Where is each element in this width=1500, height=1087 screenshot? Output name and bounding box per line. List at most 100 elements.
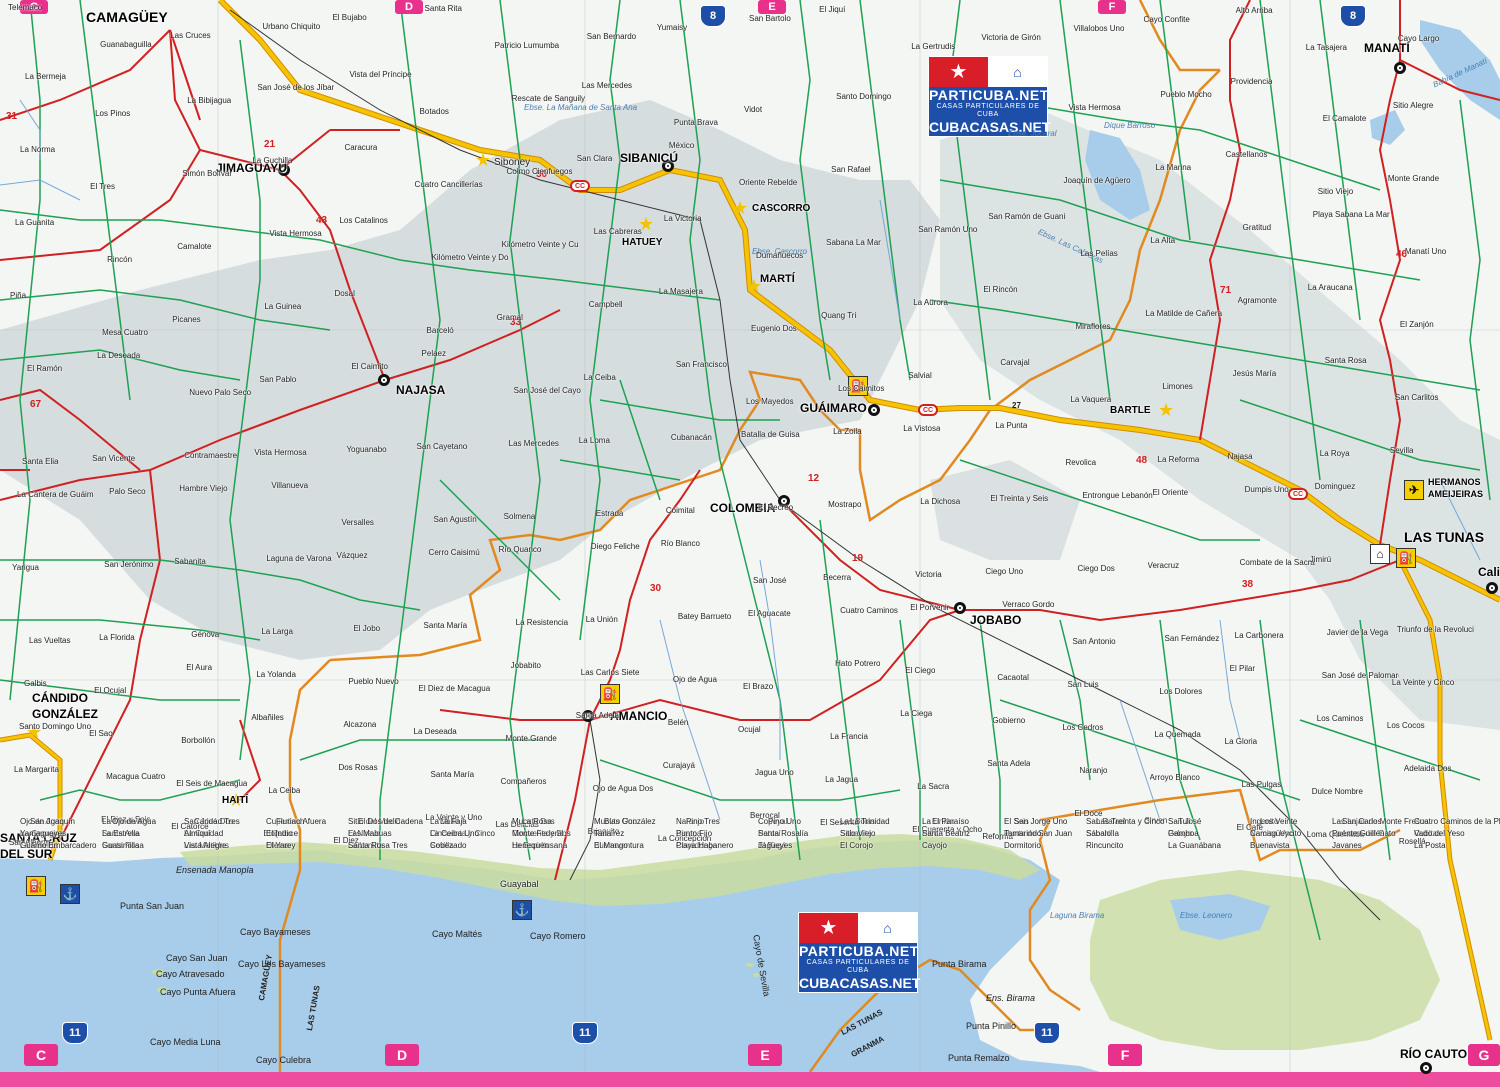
sea-label: Ensenada Manopla [176,865,254,875]
place-label: La Matilde de Cañera [1145,310,1223,318]
place-label: Río Quanco [498,546,542,554]
place-label: La Vistosa [903,425,941,433]
town-label: BARTLE [1110,405,1151,416]
road-number: 21 [264,139,276,150]
road-number: 30 [650,583,662,594]
water-label: Ebse. La Mañana de Santa Ana [524,103,638,112]
place-label: El Seis de Macagua [176,780,248,788]
place-label: La Roya [1319,450,1350,458]
place-label: Oriente Rebelde [739,179,798,187]
place-label: Villalobos Uno [1073,25,1125,33]
place-label: El Ciego [905,667,936,675]
place-label: San Bernardo [586,33,637,41]
place-label: Sabanita [174,558,206,566]
place-label: La Gloria [1224,738,1258,746]
place-label: Macagua Cuatro [106,773,166,781]
highway-shield: 8 [700,5,726,27]
place-label: El Diez de Macagua [418,685,491,693]
star-icon: ★ [799,913,858,943]
place-label: Monte Federal [512,829,564,838]
sea-label: Cayo Los Bayameses [238,959,326,969]
relief-area [940,110,1500,730]
place-label: El Indio [266,829,293,838]
place-label: San Carlos [1342,817,1382,826]
road-number: 31 [6,111,18,122]
city-label-jobabo: JOBABO [970,613,1022,627]
place-label: Ojo de Agua [672,676,717,684]
place-label: San José de Palomares [1321,672,1399,680]
place-label: Sábalo [1086,829,1111,838]
place-label: Santa Adela [575,712,619,720]
place-label: Yumaisy [656,24,688,32]
house-icon: ⌂ [858,913,917,943]
place-label: La Tasajera [1305,44,1347,52]
place-label: Dumpis Uno [1244,486,1289,494]
place-label: El Camalote [1322,115,1367,123]
place-label: Limones [1162,383,1193,391]
place-label: Miraflores [1075,323,1111,331]
place-label: Mesa Cuatro [102,329,148,337]
place-label: Santa Rosa Tres [348,841,408,850]
place-label: Punta Brava [673,119,718,127]
place-label: Mostrapo [828,501,862,509]
place-label: Colmo Cienfuegos [506,168,573,176]
place-label: La Francia [830,733,868,741]
place-label: Joaquín de Agüero [1063,177,1131,185]
place-label: San Vicente [92,455,136,463]
place-label: Cubanacán [670,434,712,442]
place-label: La Estrella [102,829,140,838]
place-label: Los Catalinos [339,217,388,225]
cay [746,963,754,967]
sea-label: Cayo Media Luna [150,1037,221,1047]
place-label: Cuatro Caminos de la Playa [1414,817,1500,826]
place-label: El Zanjón [1399,321,1434,329]
place-label: El Ocujal [94,687,127,695]
place-label: Gratitud [1242,224,1272,232]
place-label: El Ramón [27,365,63,373]
place-label: San José [753,577,787,585]
place-label: Jagüeyes [758,841,793,850]
place-label: Santo Domingo [836,93,892,101]
place-label: El Bujabo [332,14,367,22]
watermark-name: PARTICUBA.NET [799,943,919,959]
place-label: Las Pelías [1080,250,1118,258]
place-label: Galbis [24,680,47,688]
sea-label: Cayo Punta Afuera [160,987,236,997]
place-label: Entrongue Lebanón [1082,492,1153,500]
sea-label: Punta San Juan [120,901,185,911]
place-label: Jimirú [1309,556,1332,564]
road-number: 12 [808,473,820,484]
place-label: Santa Rita [424,5,462,13]
place-label: Botados [419,108,449,116]
place-label: La Veinte y Cinco [1391,679,1455,687]
place-label: San Ramón Uno [918,226,978,234]
place-label: Rincón [107,256,133,264]
place-label: Almiquí [184,829,211,838]
place-label: Santa Elia [22,458,59,466]
place-label: La Victoria [663,215,702,223]
place-label: Najasa [1227,453,1253,461]
place-label: Jobabito [510,662,541,670]
place-label: Diego Feliche [590,543,640,551]
coastal-wetland [1090,870,1440,1050]
place-label: Dulce Nombre [1311,788,1363,796]
place-label: La Guinea [264,303,302,311]
road-number: 48 [1136,455,1148,466]
city-marker [378,374,390,386]
place-label: El Pilar [1229,665,1255,673]
place-label: Henequen [512,841,549,850]
town-label: MARTÍ [760,273,795,285]
place-label: Curajayá [662,762,695,770]
place-label: Fluriach [276,817,305,826]
place-label: Dominguez [1314,483,1356,491]
place-label: El Jobo [353,625,381,633]
place-label: Pino Tres [686,817,720,826]
place-label: Pelaez [421,350,447,358]
place-label: Las Vueltas [29,637,71,645]
place-label: San Ramón de Guanito [988,213,1066,221]
place-label: El Corojo [840,841,873,850]
place-label: La Ceiba Uno [430,829,479,838]
place-label: Piña [10,292,27,300]
place-label: Dormitorio [1004,841,1041,850]
city-marker [1420,1062,1432,1074]
